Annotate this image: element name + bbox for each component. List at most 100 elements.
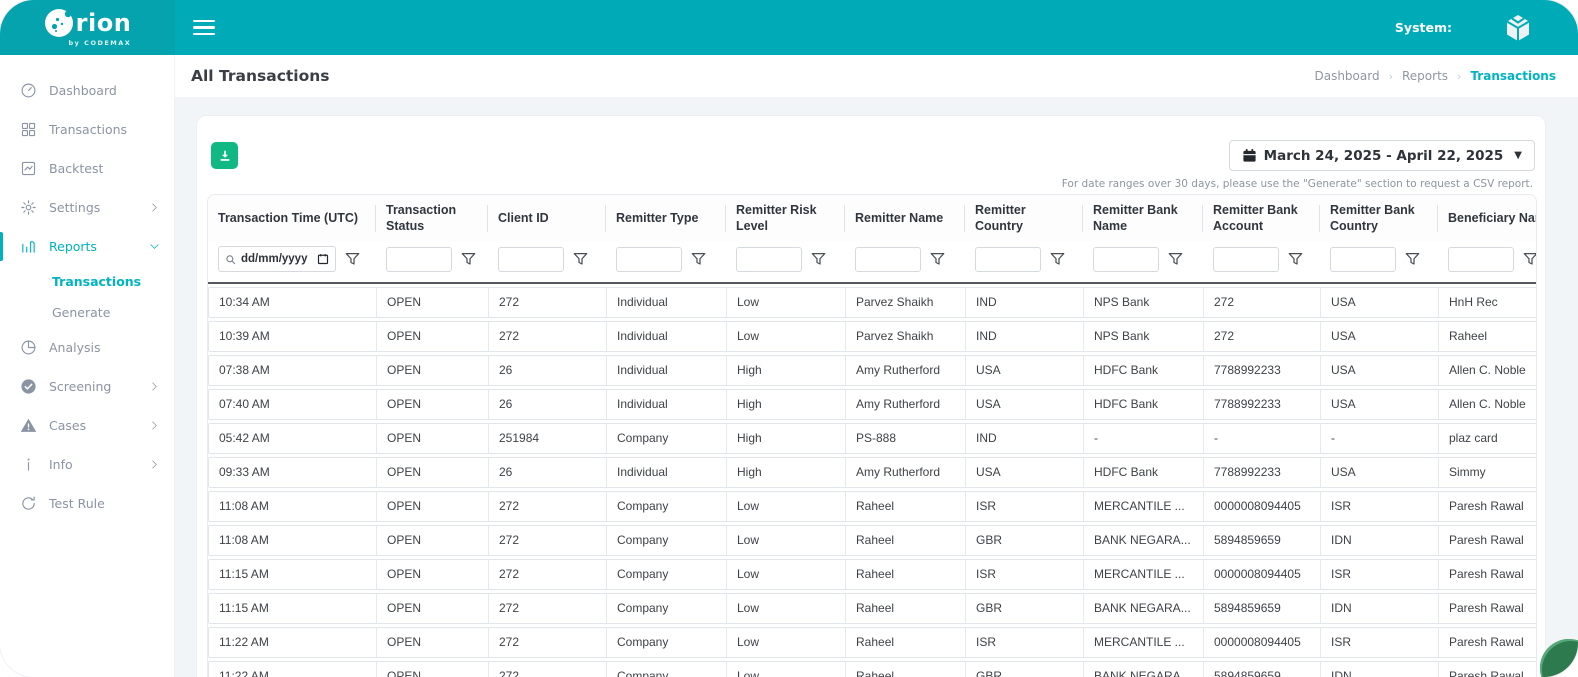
filter-funnel-icon[interactable] xyxy=(1168,252,1183,266)
table-cell: 26 xyxy=(489,458,607,487)
small-calendar-icon[interactable] xyxy=(317,253,329,265)
app-window: rion by CODEMAX System: DashboardTransac… xyxy=(0,0,1578,677)
hamburger-menu-icon[interactable] xyxy=(187,14,221,42)
table-cell: ISR xyxy=(966,628,1084,657)
table-cell: OPEN xyxy=(377,560,489,589)
column-filter-input[interactable] xyxy=(498,247,564,272)
date-filter-input[interactable]: dd/mm/yyyy xyxy=(218,246,336,272)
table-cell: OPEN xyxy=(377,390,489,419)
column-filter-input[interactable] xyxy=(616,247,682,272)
table-cell: Company xyxy=(607,628,727,657)
table-row[interactable]: 11:15 AMOPEN272CompanyLowRaheelGBRBANK N… xyxy=(208,593,1537,624)
sidebar-item-info[interactable]: Info xyxy=(0,445,174,484)
sidebar-item-transactions[interactable]: Transactions xyxy=(0,110,174,149)
table-cell: 5894859659 xyxy=(1204,526,1321,555)
filter-cell xyxy=(1438,242,1537,282)
table-cell: Paresh Rawal xyxy=(1439,628,1537,657)
table-row[interactable]: 10:39 AMOPEN272IndividualLowParvez Shaik… xyxy=(208,321,1537,352)
filter-funnel-icon[interactable] xyxy=(461,252,476,266)
filter-funnel-icon[interactable] xyxy=(1405,252,1420,266)
filter-funnel-icon[interactable] xyxy=(345,252,360,266)
column-header[interactable]: Transaction Time (UTC) xyxy=(208,195,376,242)
column-header[interactable]: Transaction Status xyxy=(376,195,488,242)
column-header[interactable]: Remitter Bank Country xyxy=(1320,195,1438,242)
filter-funnel-icon[interactable] xyxy=(691,252,706,266)
column-filter-input[interactable] xyxy=(386,247,452,272)
sidebar-item-reports[interactable]: Reports xyxy=(0,227,174,266)
table-cell: BANK NEGARA... xyxy=(1084,662,1204,677)
search-icon xyxy=(225,254,236,265)
table-cell: Company xyxy=(607,492,727,521)
transactions-table: Transaction Time (UTC)Transaction Status… xyxy=(207,194,1537,677)
table-cell: Amy Rutherford xyxy=(846,390,966,419)
column-header[interactable]: Remitter Type xyxy=(606,195,726,242)
filter-funnel-icon[interactable] xyxy=(1288,252,1303,266)
table-row[interactable]: 11:22 AMOPEN272CompanyLowRaheelGBRBANK N… xyxy=(208,661,1537,677)
table-cell: BANK NEGARA... xyxy=(1084,594,1204,623)
column-filter-input[interactable] xyxy=(855,247,921,272)
system-label: System: xyxy=(1395,20,1452,35)
table-header-row: Transaction Time (UTC)Transaction Status… xyxy=(208,195,1537,242)
column-filter-input[interactable] xyxy=(1093,247,1159,272)
sidebar-item-settings[interactable]: Settings xyxy=(0,188,174,227)
filter-cell xyxy=(845,242,965,282)
table-cell: GBR xyxy=(966,662,1084,677)
column-header[interactable]: Remitter Bank Name xyxy=(1083,195,1203,242)
info-icon xyxy=(20,456,37,473)
refresh-icon xyxy=(20,495,37,512)
table-row[interactable]: 11:08 AMOPEN272CompanyLowRaheelISRMERCAN… xyxy=(208,491,1537,522)
column-filter-input[interactable] xyxy=(975,247,1041,272)
table-row[interactable]: 07:40 AMOPEN26IndividualHighAmy Rutherfo… xyxy=(208,389,1537,420)
table-cell: GBR xyxy=(966,594,1084,623)
sidebar-item-backtest[interactable]: Backtest xyxy=(0,149,174,188)
sidebar-item-cases[interactable]: Cases xyxy=(0,406,174,445)
filter-funnel-icon[interactable] xyxy=(811,252,826,266)
column-filter-input[interactable] xyxy=(736,247,802,272)
sidebar-item-label: Analysis xyxy=(49,340,101,355)
table-cell: 07:40 AM xyxy=(209,390,377,419)
table-cell: IDN xyxy=(1321,526,1439,555)
sidebar-item-test-rule[interactable]: Test Rule xyxy=(0,484,174,523)
column-header[interactable]: Remitter Name xyxy=(845,195,965,242)
table-row[interactable]: 07:38 AMOPEN26IndividualHighAmy Rutherfo… xyxy=(208,355,1537,386)
table-cell: High xyxy=(727,424,846,453)
filter-funnel-icon[interactable] xyxy=(1523,252,1537,266)
column-header[interactable]: Remitter Country xyxy=(965,195,1083,242)
table-cell: USA xyxy=(966,390,1084,419)
breadcrumb-item-reports[interactable]: Reports xyxy=(1402,69,1448,83)
table-row[interactable]: 10:34 AMOPEN272IndividualLowParvez Shaik… xyxy=(208,287,1537,318)
sidebar-item-dashboard[interactable]: Dashboard xyxy=(0,71,174,110)
sidebar-subitem-reports-transactions[interactable]: Transactions xyxy=(0,266,174,297)
table-cell: OPEN xyxy=(377,288,489,317)
titlebar: All Transactions Dashboard›Reports›Trans… xyxy=(175,55,1578,97)
sidebar-subitem-reports-generate[interactable]: Generate xyxy=(0,297,174,328)
table-row[interactable]: 05:42 AMOPEN251984CompanyHighPS-888IND--… xyxy=(208,423,1537,454)
orion-logo[interactable]: rion by CODEMAX xyxy=(44,8,132,47)
column-header[interactable]: Remitter Bank Account xyxy=(1203,195,1320,242)
table-cell: HnH Rec xyxy=(1439,288,1537,317)
table-row[interactable]: 11:22 AMOPEN272CompanyLowRaheelISRMERCAN… xyxy=(208,627,1537,658)
table-row[interactable]: 09:33 AMOPEN26IndividualHighAmy Rutherfo… xyxy=(208,457,1537,488)
column-filter-input[interactable] xyxy=(1330,247,1396,272)
table-cell: Raheel xyxy=(846,526,966,555)
sidebar-item-screening[interactable]: Screening xyxy=(0,367,174,406)
package-cube-icon[interactable] xyxy=(1502,12,1534,44)
filter-funnel-icon[interactable] xyxy=(1050,252,1065,266)
column-filter-input[interactable] xyxy=(1213,247,1279,272)
table-cell: OPEN xyxy=(377,322,489,351)
sidebar-item-analysis[interactable]: Analysis xyxy=(0,328,174,367)
column-header[interactable]: Client ID xyxy=(488,195,606,242)
filter-funnel-icon[interactable] xyxy=(930,252,945,266)
table-row[interactable]: 11:08 AMOPEN272CompanyLowRaheelGBRBANK N… xyxy=(208,525,1537,556)
table-cell: OPEN xyxy=(377,424,489,453)
breadcrumb-item-dashboard[interactable]: Dashboard xyxy=(1314,69,1379,83)
table-cell: Parvez Shaikh xyxy=(846,288,966,317)
column-header[interactable]: Beneficiary Name xyxy=(1438,195,1537,242)
date-range-picker[interactable]: March 24, 2025 - April 22, 2025 ▼ xyxy=(1229,140,1535,171)
column-filter-input[interactable] xyxy=(1448,247,1514,272)
column-header[interactable]: Remitter Risk Level xyxy=(726,195,845,242)
download-csv-button[interactable] xyxy=(211,142,238,169)
table-row[interactable]: 11:15 AMOPEN272CompanyLowRaheelISRMERCAN… xyxy=(208,559,1537,590)
breadcrumb-item-transactions[interactable]: Transactions xyxy=(1470,69,1556,83)
filter-funnel-icon[interactable] xyxy=(573,252,588,266)
